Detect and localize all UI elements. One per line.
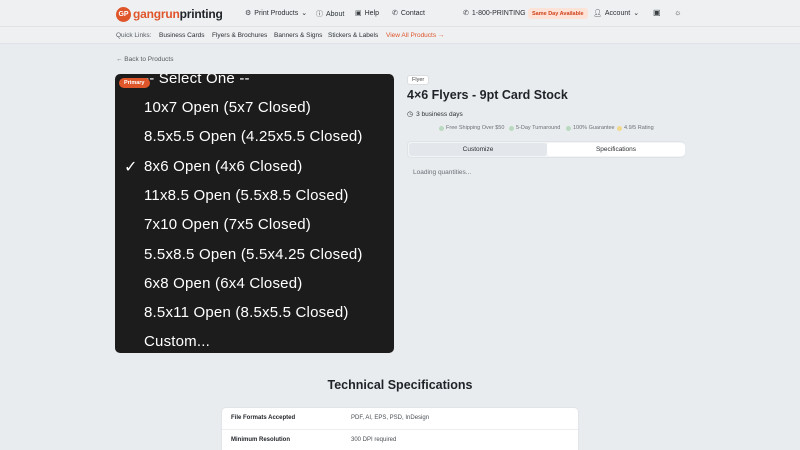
chevron-down-icon: ⌄	[301, 10, 308, 17]
nav-about[interactable]: ⓘ About	[316, 9, 344, 19]
select-option[interactable]: 6x8 Open (6x4 Closed)	[144, 275, 302, 292]
nav-label: Help	[364, 9, 380, 17]
clock-icon	[509, 125, 514, 131]
star-icon	[617, 125, 622, 131]
technical-specifications-heading: Technical Specifications	[327, 378, 473, 392]
feature-label: 5-Day Turnaround	[516, 125, 561, 131]
logo-text-gangrun: gangrun	[133, 7, 180, 21]
select-option[interactable]: Custom...	[144, 333, 210, 350]
quick-link-banners-signs[interactable]: Banners & Signs	[274, 32, 322, 39]
product-tabs: Customize Specifications	[407, 141, 685, 158]
phone-icon: ✆	[392, 10, 398, 17]
feature-guarantee: 100% Guarantee	[566, 125, 615, 131]
primary-badge: Primary	[119, 78, 150, 88]
quick-link-business-cards[interactable]: Business Cards	[159, 32, 205, 39]
view-all-products-link[interactable]: View All Products →	[386, 32, 444, 39]
quick-links-bar: Quick Links: Business Cards Flyers & Bro…	[0, 27, 800, 44]
tab-specifications[interactable]: Specifications	[547, 143, 685, 156]
quick-link-stickers-labels[interactable]: Stickers & Labels	[328, 32, 378, 39]
account-label: Account	[604, 9, 631, 17]
quick-links-label: Quick Links:	[116, 32, 152, 39]
grid-icon: ⚙	[245, 10, 252, 17]
account-menu[interactable]: 👤︎ Account ⌄	[593, 9, 640, 18]
shipping-icon	[439, 125, 444, 131]
nav-label: About	[326, 10, 345, 18]
loading-quantities-text: Loading quantities...	[413, 169, 472, 176]
select-option[interactable]: -- Select One --	[144, 74, 250, 87]
tab-customize[interactable]: Customize	[409, 143, 547, 156]
size-select-dropdown[interactable]: Primary -- Select One -- 10x7 Open (5x7 …	[115, 74, 394, 353]
phone-icon: ✆	[463, 10, 469, 17]
specifications-table: File Formats Accepted PDF, AI, EPS, PSD,…	[221, 407, 579, 450]
feature-rating: 4.9/5 Rating	[617, 125, 654, 131]
book-icon: ▣	[355, 10, 362, 17]
logo-text-printing: printing	[179, 7, 223, 21]
nav-label: Contact	[400, 9, 425, 17]
logo-icon: GP	[116, 6, 131, 22]
spec-key: Minimum Resolution	[231, 437, 290, 443]
nav-label: Print Products	[254, 9, 299, 17]
table-row: File Formats Accepted PDF, AI, EPS, PSD,…	[222, 408, 578, 430]
chevron-down-icon: ⌄	[633, 10, 640, 17]
product-title: 4×6 Flyers - 9pt Card Stock	[407, 88, 568, 102]
clock-icon: ◷	[407, 111, 414, 118]
cart-icon[interactable]: ▣	[653, 8, 661, 17]
site-logo[interactable]: GP gangrun printing	[116, 6, 223, 22]
table-row: Minimum Resolution 300 DPI required	[222, 430, 578, 450]
phone-number-link[interactable]: ✆ 1-800-PRINTING	[463, 9, 526, 18]
nav-help[interactable]: ▣ Help	[355, 9, 380, 18]
select-option[interactable]: 8.5x5.5 Open (4.25x5.5 Closed)	[144, 128, 363, 145]
spec-key: File Formats Accepted	[231, 415, 296, 421]
select-option[interactable]: 8.5x11 Open (8.5x5.5 Closed)	[144, 304, 349, 321]
top-header: GP gangrun printing ⚙ Print Products ⌄ ⓘ…	[0, 0, 800, 27]
nav-print-products[interactable]: ⚙ Print Products ⌄	[245, 9, 308, 18]
select-option-selected[interactable]: 8x6 Open (4x6 Closed)	[144, 158, 302, 175]
feature-label: Free Shipping Over $50	[446, 125, 505, 131]
theme-toggle-icon[interactable]: ☼	[674, 8, 681, 17]
select-option[interactable]: 5.5x8.5 Open (5.5x4.25 Closed)	[144, 246, 363, 263]
checkmark-icon: ✓	[124, 159, 138, 176]
spec-value: PDF, AI, EPS, PSD, InDesign	[351, 415, 430, 421]
turnaround-text: 3 business days	[416, 110, 463, 118]
shield-icon	[566, 125, 571, 131]
info-icon: ⓘ	[316, 11, 323, 18]
select-option[interactable]: 7x10 Open (7x5 Closed)	[144, 216, 311, 233]
user-icon: 👤︎	[593, 10, 602, 17]
select-option[interactable]: 11x8.5 Open (5.5x8.5 Closed)	[144, 187, 349, 204]
turnaround-info: ◷ 3 business days	[407, 110, 463, 119]
back-to-products-link[interactable]: ← Back to Products	[116, 56, 173, 63]
phone-number: 1-800-PRINTING	[471, 9, 526, 17]
feature-free-shipping: Free Shipping Over $50	[439, 125, 504, 131]
product-category-tag: Flyer	[407, 75, 430, 85]
feature-label: 4.9/5 Rating	[624, 125, 654, 131]
feature-label: 100% Guarantee	[573, 125, 615, 131]
select-option[interactable]: 10x7 Open (5x7 Closed)	[144, 99, 311, 116]
spec-value: 300 DPI required	[351, 437, 397, 443]
quick-link-flyers-brochures[interactable]: Flyers & Brochures	[212, 32, 267, 39]
nav-contact[interactable]: ✆ Contact	[392, 9, 425, 18]
same-day-badge: Same Day Available	[528, 8, 588, 19]
feature-turnaround: 5-Day Turnaround	[509, 125, 560, 131]
